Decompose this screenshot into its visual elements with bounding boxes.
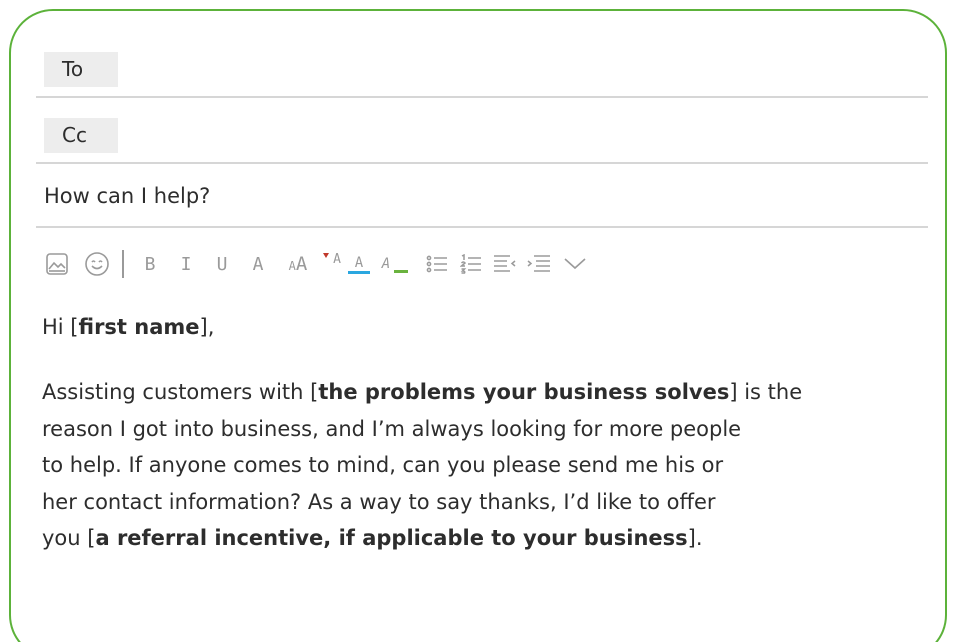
paragraph-line-3: to help. If anyone comes to mind, can yo…: [42, 453, 724, 477]
underline-button[interactable]: U: [208, 249, 236, 279]
bold-button[interactable]: B: [136, 249, 164, 279]
subject-text[interactable]: How can I help?: [44, 184, 210, 208]
outdent-icon: [494, 255, 516, 272]
superscript-glyph: A: [333, 251, 341, 267]
text-color-glyph: A: [354, 254, 364, 271]
italic-button[interactable]: I: [172, 249, 200, 279]
paragraph-line-4: her contact information? As a way to say…: [42, 489, 716, 514]
line5-prefix: you [: [42, 526, 96, 550]
to-label[interactable]: To: [44, 52, 118, 87]
line5-suffix: ].: [687, 526, 703, 550]
insert-image-button[interactable]: [42, 249, 72, 279]
line1-prefix: Assisting customers with [: [42, 380, 319, 404]
highlight-color-button[interactable]: A: [374, 249, 416, 279]
cc-field[interactable]: Cc: [36, 112, 928, 164]
bulleted-list-icon: [426, 255, 447, 273]
highlight-glyph: A: [381, 256, 391, 272]
image-icon: [46, 253, 68, 275]
numbered-list-icon: [460, 254, 481, 274]
incentive-placeholder: a referral incentive, if applicable to y…: [95, 526, 688, 550]
message-paragraph: Assisting customers with [the problems y…: [42, 374, 922, 557]
paragraph-line-1: Assisting customers with [the problems y…: [42, 380, 802, 404]
to-field[interactable]: To: [36, 46, 928, 98]
subject-field[interactable]: How can I help?: [36, 176, 928, 228]
indent-icon: [527, 255, 550, 272]
text-color-swatch: [348, 270, 370, 274]
font-family-button[interactable]: A: [244, 249, 272, 279]
formatting-toolbar: B I U A A A A A A: [42, 246, 590, 282]
paragraph-line-2: reason I got into business, and I’m alwa…: [42, 416, 742, 441]
emoji-icon: [85, 252, 109, 276]
message-body[interactable]: Hi [first name], Assisting customers wit…: [42, 310, 922, 557]
greeting-placeholder: first name: [78, 315, 200, 339]
greeting-prefix: Hi [: [42, 315, 79, 339]
text-color-button[interactable]: A: [346, 249, 372, 279]
greeting-suffix: ],: [199, 315, 215, 339]
greeting-line: Hi [first name],: [42, 310, 922, 344]
insert-emoji-button[interactable]: [82, 249, 112, 279]
outdent-button[interactable]: [490, 249, 520, 279]
superscript-button[interactable]: A: [322, 249, 344, 279]
indent-button[interactable]: [524, 249, 554, 279]
bulleted-list-button[interactable]: [422, 249, 452, 279]
font-size-button[interactable]: A A: [278, 249, 318, 279]
line1-suffix: ] is the: [729, 380, 803, 404]
superscript-marker-icon: [323, 253, 329, 258]
chevron-down-icon: [564, 258, 586, 270]
cc-label[interactable]: Cc: [44, 118, 118, 153]
problems-placeholder: the problems your business solves: [318, 380, 730, 404]
font-size-large-glyph: A: [295, 253, 308, 275]
toolbar-divider: [122, 250, 124, 278]
numbered-list-button[interactable]: [456, 249, 486, 279]
paragraph-line-5: you [a referral incentive, if applicable…: [42, 526, 703, 550]
highlight-pen-icon: A: [382, 256, 390, 272]
more-options-button[interactable]: [560, 249, 590, 279]
highlight-color-swatch: [394, 269, 409, 273]
font-size-small-glyph: A: [288, 259, 296, 273]
